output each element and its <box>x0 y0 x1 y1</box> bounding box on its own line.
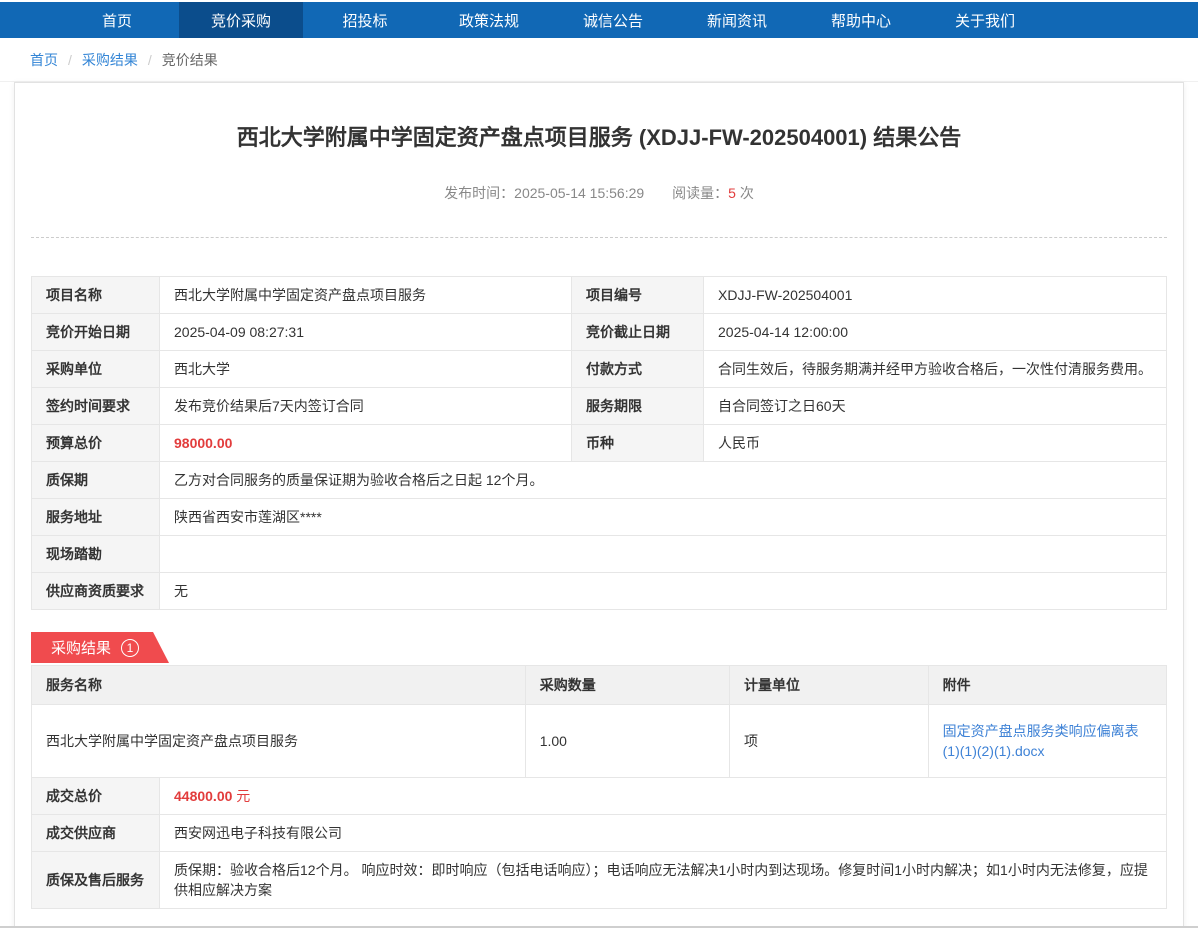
service-name-cell: 西北大学附属中学固定资产盘点项目服务 <box>32 705 526 778</box>
table-row: 项目名称 西北大学附属中学固定资产盘点项目服务 项目编号 XDJJ-FW-202… <box>32 277 1167 314</box>
nav-item-tendering[interactable]: 招投标 <box>303 2 427 38</box>
detail-label: 签约时间要求 <box>32 388 160 425</box>
unit-cell: 项 <box>730 705 929 778</box>
page-title: 西北大学附属中学固定资产盘点项目服务 (XDJJ-FW-202504001) 结… <box>15 83 1183 153</box>
warranty-service-value: 质保期：验收合格后12个月。 响应时效：即时响应（包括电话响应）；电话响应无法解… <box>160 852 1167 909</box>
budget-total-value: 98000.00 <box>160 425 572 462</box>
table-header-row: 服务名称 采购数量 计量单位 附件 <box>32 666 1167 705</box>
table-row: 预算总价 98000.00 币种 人民币 <box>32 425 1167 462</box>
detail-label: 服务地址 <box>32 499 160 536</box>
detail-value: 乙方对合同服务的质量保证期为验收合格后之日起 12个月。 <box>160 462 1167 499</box>
deal-total-label: 成交总价 <box>32 778 160 815</box>
breadcrumb-separator: / <box>148 52 152 68</box>
top-navigation: 首页 竞价采购 招投标 政策法规 诚信公告 新闻资讯 帮助中心 关于我们 <box>0 2 1198 38</box>
column-header-quantity: 采购数量 <box>525 666 729 705</box>
views-unit: 次 <box>740 185 754 201</box>
warranty-service-label: 质保及售后服务 <box>32 852 160 909</box>
detail-value: 人民币 <box>704 425 1167 462</box>
detail-value <box>160 536 1167 573</box>
article-meta: 发布时间：2025-05-14 15:56:29 阅读量：5 次 <box>15 183 1183 203</box>
views-label: 阅读量： <box>672 185 728 201</box>
nav-item-news[interactable]: 新闻资讯 <box>675 2 799 38</box>
attachment-cell: 固定资产盘点服务类响应偏离表(1)(1)(2)(1).docx <box>928 705 1166 778</box>
table-row: 西北大学附属中学固定资产盘点项目服务 1.00 项 固定资产盘点服务类响应偏离表… <box>32 705 1167 778</box>
table-row: 采购单位 西北大学 付款方式 合同生效后，待服务期满并经甲方验收合格后，一次性付… <box>32 351 1167 388</box>
table-row: 服务地址 陕西省西安市莲湖区**** <box>32 499 1167 536</box>
result-count-circle: 1 <box>121 639 139 657</box>
breadcrumb-purchase-results-link[interactable]: 采购结果 <box>82 50 138 70</box>
detail-value: 无 <box>160 573 1167 610</box>
quantity-cell: 1.00 <box>525 705 729 778</box>
deal-summary-table: 成交总价 44800.00 元 成交供应商 西安网迅电子科技有限公司 质保及售后… <box>31 777 1167 909</box>
detail-value: 自合同签订之日60天 <box>704 388 1167 425</box>
deal-total-amount: 44800.00 <box>174 788 232 804</box>
detail-label: 竞价截止日期 <box>572 314 704 351</box>
detail-value: XDJJ-FW-202504001 <box>704 277 1167 314</box>
table-row: 质保期 乙方对合同服务的质量保证期为验收合格后之日起 12个月。 <box>32 462 1167 499</box>
purchase-result-table: 服务名称 采购数量 计量单位 附件 西北大学附属中学固定资产盘点项目服务 1.0… <box>31 665 1167 778</box>
table-row: 签约时间要求 发布竞价结果后7天内签订合同 服务期限 自合同签订之日60天 <box>32 388 1167 425</box>
detail-label: 供应商资质要求 <box>32 573 160 610</box>
table-row: 供应商资质要求 无 <box>32 573 1167 610</box>
table-row: 成交总价 44800.00 元 <box>32 778 1167 815</box>
deal-total-value: 44800.00 元 <box>160 778 1167 815</box>
breadcrumb-home-link[interactable]: 首页 <box>30 50 58 70</box>
deal-total-unit: 元 <box>232 788 250 804</box>
column-header-attachment: 附件 <box>928 666 1166 705</box>
nav-item-integrity-notices[interactable]: 诚信公告 <box>551 2 675 38</box>
announcement-card: 西北大学附属中学固定资产盘点项目服务 (XDJJ-FW-202504001) 结… <box>14 82 1184 928</box>
nav-item-bidding-purchase[interactable]: 竞价采购 <box>179 2 303 38</box>
detail-value: 陕西省西安市莲湖区**** <box>160 499 1167 536</box>
nav-item-about-us[interactable]: 关于我们 <box>923 2 1047 38</box>
detail-label: 质保期 <box>32 462 160 499</box>
breadcrumb-separator: / <box>68 52 72 68</box>
detail-label: 预算总价 <box>32 425 160 462</box>
detail-value: 2025-04-14 12:00:00 <box>704 314 1167 351</box>
table-row: 现场踏勘 <box>32 536 1167 573</box>
purchase-result-badge-label: 采购结果 <box>51 637 111 658</box>
nav-item-home[interactable]: 首页 <box>55 2 179 38</box>
detail-label: 付款方式 <box>572 351 704 388</box>
purchase-result-badge: 采购结果 1 <box>31 632 169 663</box>
table-row: 竞价开始日期 2025-04-09 08:27:31 竞价截止日期 2025-0… <box>32 314 1167 351</box>
divider <box>31 237 1167 238</box>
detail-value: 西北大学附属中学固定资产盘点项目服务 <box>160 277 572 314</box>
project-details-table: 项目名称 西北大学附属中学固定资产盘点项目服务 项目编号 XDJJ-FW-202… <box>31 276 1167 610</box>
table-row: 成交供应商 西安网迅电子科技有限公司 <box>32 815 1167 852</box>
nav-item-policies[interactable]: 政策法规 <box>427 2 551 38</box>
detail-value: 发布竞价结果后7天内签订合同 <box>160 388 572 425</box>
detail-value: 2025-04-09 08:27:31 <box>160 314 572 351</box>
column-header-service-name: 服务名称 <box>32 666 526 705</box>
table-row: 质保及售后服务 质保期：验收合格后12个月。 响应时效：即时响应（包括电话响应）… <box>32 852 1167 909</box>
publish-time-value: 2025-05-14 15:56:29 <box>514 185 644 201</box>
detail-label: 竞价开始日期 <box>32 314 160 351</box>
detail-label: 项目名称 <box>32 277 160 314</box>
deal-supplier-value: 西安网迅电子科技有限公司 <box>160 815 1167 852</box>
detail-label: 服务期限 <box>572 388 704 425</box>
detail-value: 西北大学 <box>160 351 572 388</box>
detail-label: 项目编号 <box>572 277 704 314</box>
breadcrumb-current-page: 竞价结果 <box>162 50 218 70</box>
detail-label: 采购单位 <box>32 351 160 388</box>
column-header-unit: 计量单位 <box>730 666 929 705</box>
nav-item-help-center[interactable]: 帮助中心 <box>799 2 923 38</box>
views-count: 5 <box>728 185 736 201</box>
deal-supplier-label: 成交供应商 <box>32 815 160 852</box>
publish-time-label: 发布时间： <box>444 185 514 201</box>
detail-value: 合同生效后，待服务期满并经甲方验收合格后，一次性付清服务费用。 <box>704 351 1167 388</box>
breadcrumb: 首页 / 采购结果 / 竞价结果 <box>0 38 1198 82</box>
detail-label: 币种 <box>572 425 704 462</box>
attachment-link[interactable]: 固定资产盘点服务类响应偏离表(1)(1)(2)(1).docx <box>943 723 1139 759</box>
detail-label: 现场踏勘 <box>32 536 160 573</box>
